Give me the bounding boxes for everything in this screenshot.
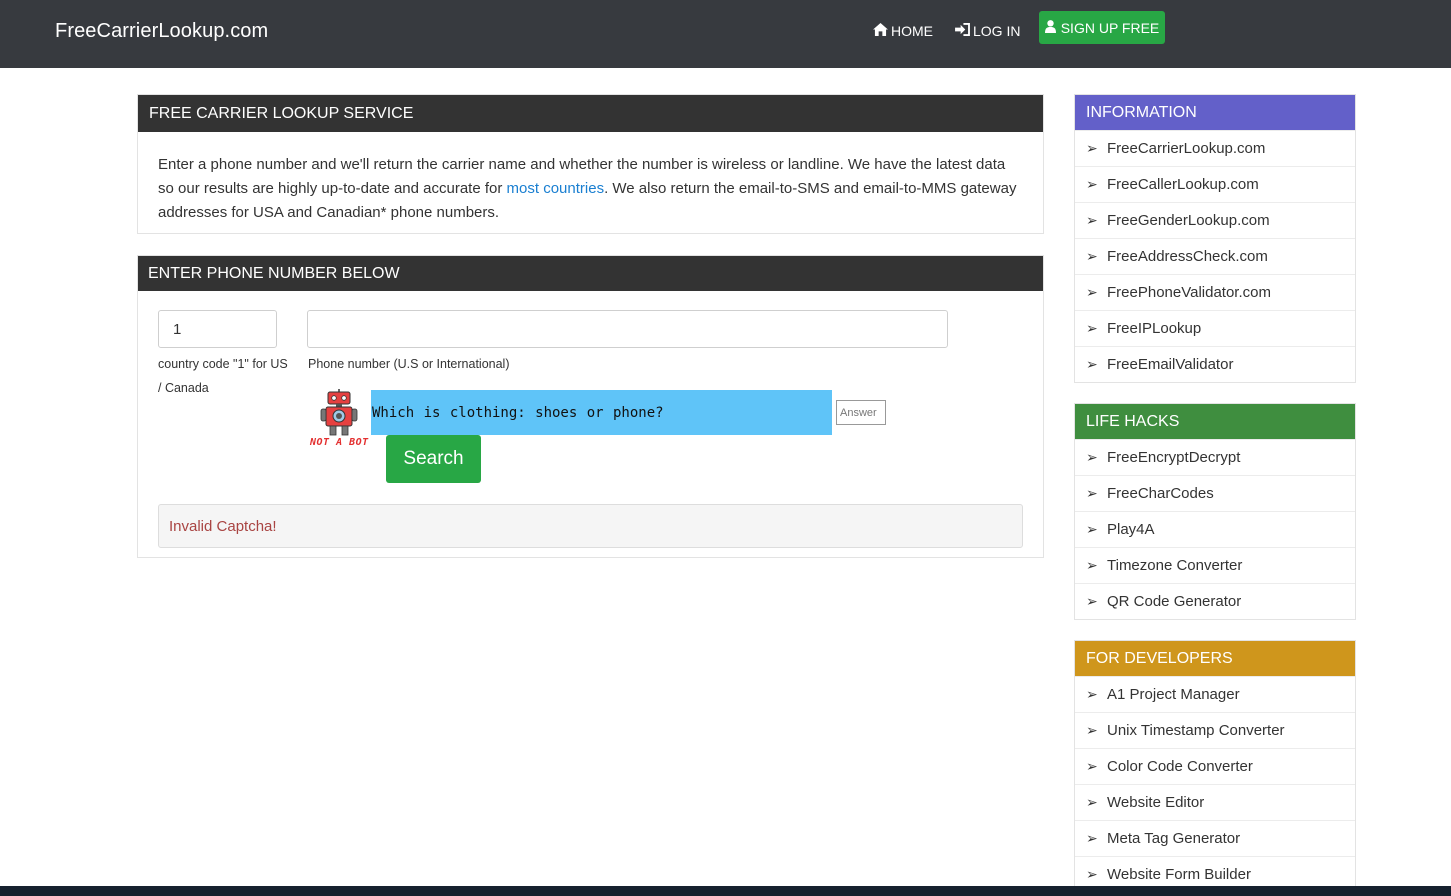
sidebar-link[interactable]: ➢ FreeCharCodes <box>1075 475 1355 511</box>
sidebar-link[interactable]: ➢ FreeEncryptDecrypt <box>1075 439 1355 475</box>
arrow-icon: ➢ <box>1086 284 1098 300</box>
arrow-icon: ➢ <box>1086 722 1098 738</box>
error-alert: Invalid Captcha! <box>158 504 1023 548</box>
sidebar-link[interactable]: ➢ QR Code Generator <box>1075 583 1355 619</box>
intro-panel: FREE CARRIER LOOKUP SERVICE Enter a phon… <box>137 94 1044 234</box>
sidebar-link-label: FreeCharCodes <box>1107 485 1214 502</box>
nav-login-label: LOG IN <box>973 23 1021 39</box>
arrow-icon: ➢ <box>1086 140 1098 156</box>
sidebar-link-label: A1 Project Manager <box>1107 686 1240 703</box>
sidebar-developers: FOR DEVELOPERS ➢ A1 Project Manager ➢ Unix… <box>1074 640 1356 893</box>
sidebar-link-label: FreeGenderLookup.com <box>1107 212 1270 229</box>
robot-caption: NOT A BOT <box>310 437 369 448</box>
sidebar-link[interactable]: ➢ FreeCarrierLookup.com <box>1075 130 1355 166</box>
page-bottom-strip <box>0 886 1451 896</box>
phone-number-help: Phone number (U.S or International) <box>308 357 510 371</box>
most-countries-link[interactable]: most countries <box>507 180 605 197</box>
arrow-icon: ➢ <box>1086 320 1098 336</box>
search-button[interactable]: Search <box>386 435 481 483</box>
captcha-question: Which is clothing: shoes or phone? <box>371 390 832 435</box>
site-brand[interactable]: FreeCarrierLookup.com <box>55 20 268 43</box>
home-icon <box>873 23 888 39</box>
captcha-answer-input[interactable]: Answer <box>836 400 886 425</box>
arrow-icon: ➢ <box>1086 485 1098 501</box>
arrow-icon: ➢ <box>1086 830 1098 846</box>
sidebar-link-label: FreeEmailValidator <box>1107 356 1234 373</box>
arrow-icon: ➢ <box>1086 248 1098 264</box>
sidebar-link-label: FreePhoneValidator.com <box>1107 284 1271 301</box>
sidebar-link[interactable]: ➢ FreeCallerLookup.com <box>1075 166 1355 202</box>
intro-panel-title: FREE CARRIER LOOKUP SERVICE <box>138 95 1043 132</box>
sidebar-link-label: FreeCarrierLookup.com <box>1107 140 1266 157</box>
sidebar-link-label: Meta Tag Generator <box>1107 830 1241 847</box>
sidebar-link-label: Color Code Converter <box>1107 758 1253 775</box>
sidebar-link-label: FreeEncryptDecrypt <box>1107 449 1241 466</box>
nav-home-label: HOME <box>891 23 933 39</box>
arrow-icon: ➢ <box>1086 866 1098 882</box>
signup-label: SIGN UP FREE <box>1060 19 1160 36</box>
country-code-help: country code "1" for US / Canada <box>158 357 288 395</box>
sidebar-link[interactable]: ➢ Play4A <box>1075 511 1355 547</box>
sidebar-information-title: INFORMATION <box>1075 95 1355 130</box>
arrow-icon: ➢ <box>1086 758 1098 774</box>
arrow-icon: ➢ <box>1086 686 1098 702</box>
user-icon <box>1044 19 1056 36</box>
sidebar-link-label: Website Editor <box>1107 794 1205 811</box>
arrow-icon: ➢ <box>1086 449 1098 465</box>
sidebar-link[interactable]: ➢ Color Code Converter <box>1075 748 1355 784</box>
sidebar-link[interactable]: ➢ FreeGenderLookup.com <box>1075 202 1355 238</box>
sidebar-life-hacks-title: LIFE HACKS <box>1075 404 1355 439</box>
arrow-icon: ➢ <box>1086 212 1098 228</box>
sign-in-icon <box>955 23 970 39</box>
top-navbar: FreeCarrierLookup.com HOME LOG IN SIGN U… <box>0 0 1451 68</box>
nav-login-link[interactable]: LOG IN <box>955 23 1020 39</box>
sidebar-link[interactable]: ➢ Meta Tag Generator <box>1075 820 1355 856</box>
arrow-icon: ➢ <box>1086 557 1098 573</box>
sidebar-link-label: Timezone Converter <box>1107 557 1243 574</box>
sidebar-link[interactable]: ➢ FreeEmailValidator <box>1075 346 1355 382</box>
sidebar-link-label: Play4A <box>1107 521 1155 538</box>
sidebar-developers-title: FOR DEVELOPERS <box>1075 641 1355 676</box>
sidebar-link-label: Unix Timestamp Converter <box>1107 722 1285 739</box>
sidebar-link[interactable]: ➢ A1 Project Manager <box>1075 676 1355 712</box>
sidebar-link-label: FreeCallerLookup.com <box>1107 176 1259 193</box>
lookup-form-panel: ENTER PHONE NUMBER BELOW 1 country code … <box>137 255 1044 558</box>
arrow-icon: ➢ <box>1086 521 1098 537</box>
sidebar-link-label: FreeAddressCheck.com <box>1107 248 1268 265</box>
sidebar-link-label: Website Form Builder <box>1107 866 1251 883</box>
arrow-icon: ➢ <box>1086 356 1098 372</box>
sidebar-life-hacks: LIFE HACKS ➢ FreeEncryptDecrypt ➢ FreeChar… <box>1074 403 1356 620</box>
sidebar-link[interactable]: ➢ FreeIPLookup <box>1075 310 1355 346</box>
sidebar-information: INFORMATION ➢ FreeCarrierLookup.com ➢ Free… <box>1074 94 1356 383</box>
sidebar-link[interactable]: ➢ FreeAddressCheck.com <box>1075 238 1355 274</box>
sidebar-link-label: FreeIPLookup <box>1107 320 1202 337</box>
sidebar-link[interactable]: ➢ Unix Timestamp Converter <box>1075 712 1355 748</box>
sidebar-link[interactable]: ➢ FreePhoneValidator.com <box>1075 274 1355 310</box>
intro-text: Enter a phone number and we'll return th… <box>138 132 1043 225</box>
sidebar-link[interactable]: ➢ Timezone Converter <box>1075 547 1355 583</box>
arrow-icon: ➢ <box>1086 176 1098 192</box>
nav-home-link[interactable]: HOME <box>873 23 933 39</box>
arrow-icon: ➢ <box>1086 794 1098 810</box>
sidebar-link[interactable]: ➢ Website Editor <box>1075 784 1355 820</box>
country-code-input[interactable]: 1 <box>158 310 277 348</box>
signup-button[interactable]: SIGN UP FREE <box>1039 11 1165 44</box>
sidebar-link-label: QR Code Generator <box>1107 593 1242 610</box>
arrow-icon: ➢ <box>1086 593 1098 609</box>
form-panel-title: ENTER PHONE NUMBER BELOW <box>138 256 1043 291</box>
phone-number-input[interactable] <box>307 310 948 348</box>
